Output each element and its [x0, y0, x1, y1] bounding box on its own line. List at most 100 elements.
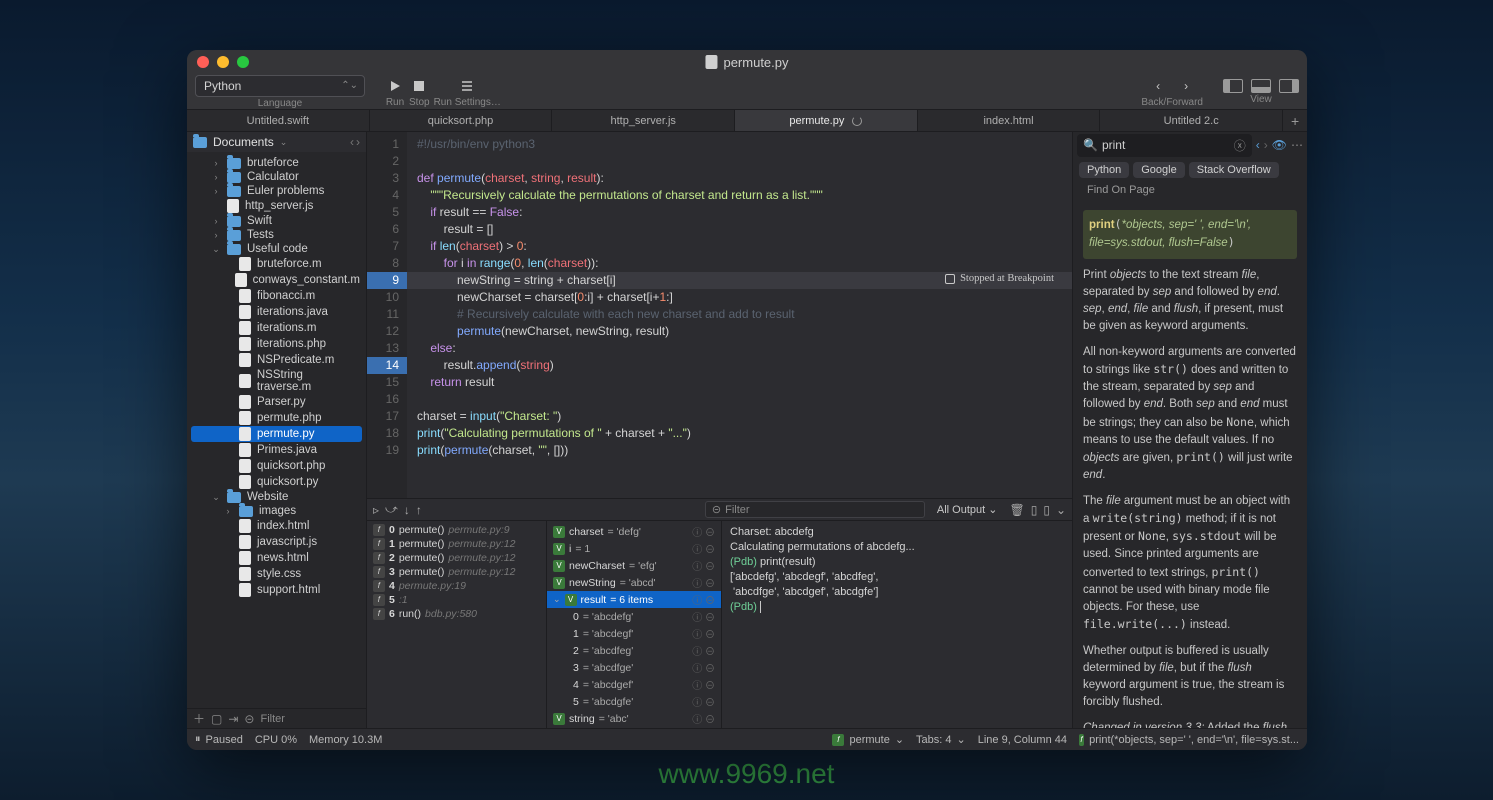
line-number[interactable]: 1	[367, 136, 399, 153]
file-fibonacci-m[interactable]: fibonacci.m	[187, 288, 366, 304]
line-number[interactable]: 2	[367, 153, 399, 170]
debug-console[interactable]: Charset: abcdefgCalculating permutations…	[722, 521, 1072, 728]
line-number[interactable]: 17	[367, 408, 399, 425]
line-number[interactable]: 14	[367, 357, 407, 374]
variable-row[interactable]: ⌄ V result = 6 itemsⓘ ⊖	[547, 591, 721, 608]
collapse-button[interactable]: ⌄	[1056, 503, 1066, 517]
stop-button[interactable]	[409, 76, 429, 96]
run-button[interactable]	[385, 76, 405, 96]
zoom-button[interactable]	[237, 56, 249, 68]
line-number[interactable]: 10	[367, 289, 399, 306]
sidebar-forward[interactable]: ›	[356, 135, 360, 149]
file-iterations-php[interactable]: iterations.php	[187, 336, 366, 352]
action-button[interactable]: ⇥	[228, 712, 238, 726]
minimize-button[interactable]	[217, 56, 229, 68]
variable-row[interactable]: 2 = 'abcdfeg'ⓘ ⊖	[547, 642, 721, 659]
file-conways_constant-m[interactable]: conways_constant.m	[187, 272, 366, 288]
new-folder-button[interactable]: ▢	[211, 712, 222, 726]
step-into-button[interactable]: ↓	[404, 503, 410, 517]
file-quicksort-py[interactable]: quicksort.py	[187, 474, 366, 490]
file-parser-py[interactable]: Parser.py	[187, 394, 366, 410]
sidebar-back[interactable]: ‹	[350, 135, 354, 149]
variable-row[interactable]: 1 = 'abcdegf'ⓘ ⊖	[547, 625, 721, 642]
line-number[interactable]: 11	[367, 306, 399, 323]
folder-tests[interactable]: ›Tests	[187, 228, 366, 242]
line-number[interactable]: 18	[367, 425, 399, 442]
find-on-page[interactable]: Find On Page	[1079, 182, 1163, 198]
stackframe[interactable]: 𝑓 0 permute() permute.py:9	[367, 523, 546, 537]
language-select[interactable]: Python ⌃⌄	[195, 75, 365, 97]
variable-row[interactable]: V string = 'abc'ⓘ ⊖	[547, 710, 721, 727]
file-iterations-java[interactable]: iterations.java	[187, 304, 366, 320]
file-nsstring-traverse-m[interactable]: NSString traverse.m	[187, 368, 366, 394]
more-icon[interactable]: ⋯	[1291, 138, 1303, 152]
layout-left[interactable]: ▯	[1031, 503, 1038, 517]
callstack[interactable]: 𝑓 0 permute() permute.py:9𝑓 1 permute() …	[367, 521, 547, 728]
step-over-button[interactable]: ⤻	[385, 502, 398, 517]
stackframe[interactable]: 𝑓 5 :1	[367, 593, 546, 607]
line-number[interactable]: 5	[367, 204, 399, 221]
variable-row[interactable]: V i = 1ⓘ ⊖	[547, 540, 721, 557]
line-number[interactable]: 9	[367, 272, 407, 289]
continue-button[interactable]: ▹	[373, 503, 379, 517]
tab-http_server-js[interactable]: http_server.js	[552, 110, 735, 131]
line-number[interactable]: 19	[367, 442, 399, 459]
folder-images[interactable]: ›images	[187, 504, 366, 518]
variable-row[interactable]: V newCharset = 'efg'ⓘ ⊖	[547, 557, 721, 574]
stackframe[interactable]: 𝑓 2 permute() permute.py:12	[367, 551, 546, 565]
back-button[interactable]: ‹	[1148, 76, 1168, 96]
folder-website[interactable]: ⌄Website	[187, 490, 366, 504]
sidebar-filter[interactable]: Filter	[260, 713, 360, 725]
layout-right[interactable]: ▯	[1043, 503, 1050, 517]
file-news-html[interactable]: news.html	[187, 550, 366, 566]
variable-row[interactable]: 5 = 'abcdgfe'ⓘ ⊖	[547, 693, 721, 710]
search-tab-stackoverflow[interactable]: Stack Overflow	[1189, 162, 1279, 178]
tab-untitled-swift[interactable]: Untitled.swift	[187, 110, 370, 131]
variable-row[interactable]: 4 = 'abcdgef'ⓘ ⊖	[547, 676, 721, 693]
line-number[interactable]: 6	[367, 221, 399, 238]
file-javascript-js[interactable]: javascript.js	[187, 534, 366, 550]
close-button[interactable]	[197, 56, 209, 68]
tab-quicksort-php[interactable]: quicksort.php	[370, 110, 553, 131]
file-index-html[interactable]: index.html	[187, 518, 366, 534]
file-style-css[interactable]: style.css	[187, 566, 366, 582]
file-nspredicate-m[interactable]: NSPredicate.m	[187, 352, 366, 368]
scope-select[interactable]: 𝑓 permute ⌄	[832, 733, 904, 746]
trash-button[interactable]: 🗑	[1009, 503, 1024, 517]
file-permute-py[interactable]: permute.py	[191, 426, 362, 442]
tab-index-html[interactable]: index.html	[918, 110, 1101, 131]
clear-icon[interactable]: ⓧ	[1234, 137, 1246, 154]
forward-button[interactable]: ›	[1176, 76, 1196, 96]
folder-useful-code[interactable]: ⌄Useful code	[187, 242, 366, 256]
stackframe[interactable]: 𝑓 6 run() bdb.py:580	[367, 607, 546, 621]
folder-calculator[interactable]: ›Calculator	[187, 170, 366, 184]
add-button[interactable]: ＋	[193, 710, 205, 727]
stackframe[interactable]: 𝑓 3 permute() permute.py:12	[367, 565, 546, 579]
toggle-bottom-panel[interactable]	[1251, 79, 1271, 93]
variable-row[interactable]: V charset = 'defg'ⓘ ⊖	[547, 523, 721, 540]
step-out-button[interactable]: ↑	[416, 503, 422, 517]
folder-euler-problems[interactable]: ›Euler problems	[187, 184, 366, 198]
file-permute-php[interactable]: permute.php	[187, 410, 366, 426]
search-forward[interactable]: ›	[1264, 138, 1268, 152]
code-editor[interactable]: 12345678910111213141516171819 #!/usr/bin…	[367, 132, 1072, 498]
folder-swift[interactable]: ›Swift	[187, 214, 366, 228]
search-input[interactable]: 🔍 print ⓧ	[1077, 134, 1252, 157]
line-number[interactable]: 3	[367, 170, 399, 187]
file-quicksort-php[interactable]: quicksort.php	[187, 458, 366, 474]
search-back[interactable]: ‹	[1256, 138, 1260, 152]
run-settings-button[interactable]	[457, 76, 477, 96]
line-number[interactable]: 7	[367, 238, 399, 255]
line-number[interactable]: 8	[367, 255, 399, 272]
file-iterations-m[interactable]: iterations.m	[187, 320, 366, 336]
sidebar-header[interactable]: Documents ⌄ ‹ ›	[187, 132, 366, 152]
eye-icon[interactable]: 👁	[1272, 138, 1287, 152]
line-number[interactable]: 13	[367, 340, 399, 357]
line-number[interactable]: 4	[367, 187, 399, 204]
line-number[interactable]: 16	[367, 391, 399, 408]
file-http_server-js[interactable]: http_server.js	[187, 198, 366, 214]
variable-row[interactable]: 3 = 'abcdfge'ⓘ ⊖	[547, 659, 721, 676]
line-number[interactable]: 12	[367, 323, 399, 340]
line-gutter[interactable]: 12345678910111213141516171819	[367, 132, 407, 498]
tab-permute-py[interactable]: permute.py	[735, 110, 918, 131]
